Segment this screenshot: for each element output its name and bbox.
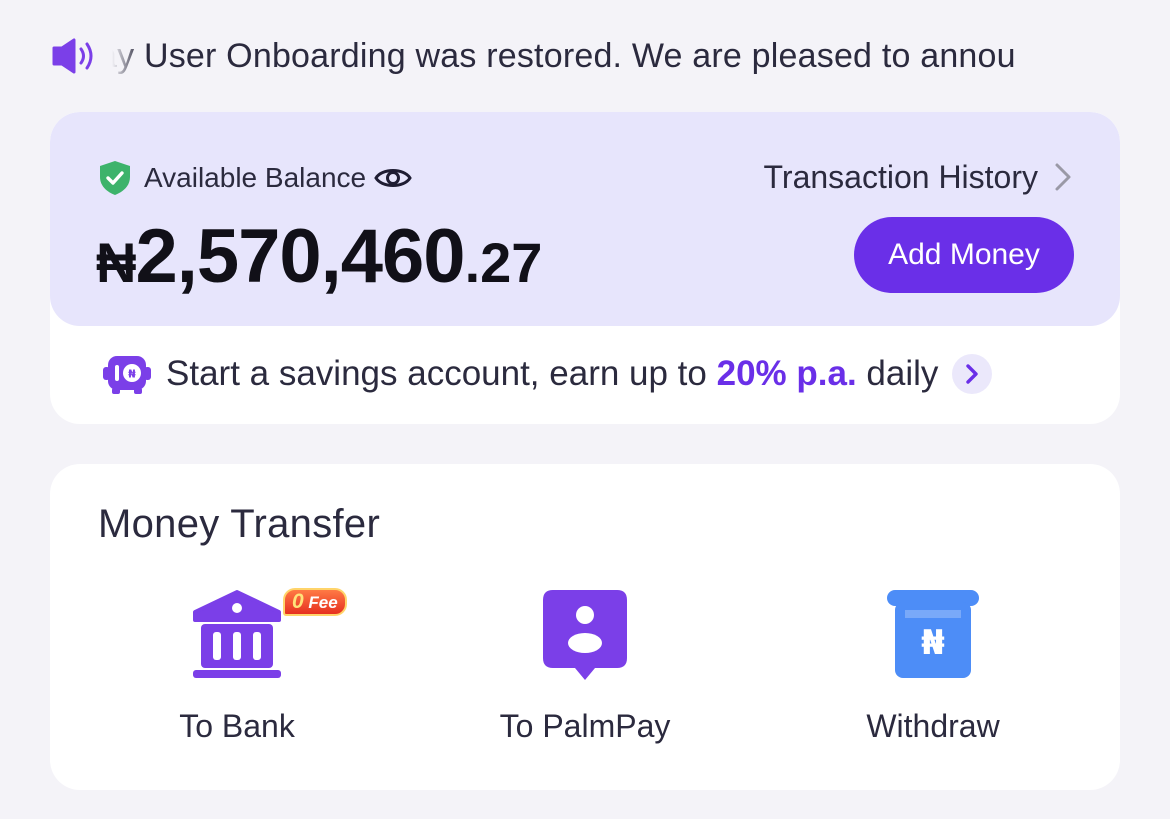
- savings-text-lead: Start a savings account, earn up to: [166, 354, 717, 393]
- available-balance-row: Available Balance: [98, 158, 412, 198]
- transaction-history-label: Transaction History: [763, 158, 1038, 195]
- to-bank-label: To Bank: [179, 708, 295, 744]
- marquee-fade-left: [112, 30, 140, 82]
- savings-text: Start a savings account, earn up to 20% …: [166, 354, 938, 394]
- zero-fee-badge: 0 Fee: [283, 588, 347, 616]
- currency-symbol: ₦: [96, 231, 136, 294]
- savings-chevron-button[interactable]: [952, 354, 993, 394]
- marquee-fade-right: [1110, 30, 1120, 82]
- announcement-bar[interactable]: ay User Onboarding was restored. We are …: [52, 30, 1120, 82]
- atm-withdraw-icon: ₦: [887, 590, 979, 678]
- add-money-button[interactable]: Add Money: [854, 217, 1074, 293]
- savings-promo[interactable]: ₦ Start a savings account, earn up to 20…: [102, 348, 1070, 400]
- balance-amount-major: 2,570,460: [135, 214, 465, 299]
- svg-text:₦: ₦: [921, 623, 945, 663]
- to-bank-action[interactable]: 0 Fee To Bank: [107, 588, 367, 758]
- savings-text-tail: daily: [856, 354, 939, 393]
- to-palmpay-label: To PalmPay: [499, 708, 671, 744]
- savings-piggy-icon: ₦: [103, 356, 151, 394]
- chevron-right-icon: [966, 364, 979, 384]
- svg-text:₦: ₦: [128, 368, 136, 381]
- money-transfer-card: Money Transfer 0 Fee To Bank To PalmPay: [50, 464, 1120, 790]
- eye-icon[interactable]: [374, 163, 412, 193]
- money-transfer-title: Money Transfer: [98, 502, 381, 546]
- to-palmpay-action[interactable]: To PalmPay: [455, 588, 715, 758]
- badge-fee: Fee: [308, 593, 338, 612]
- chevron-right-icon: [1055, 163, 1071, 191]
- user-location-icon: [543, 590, 627, 680]
- balance-amount: ₦2,570,460.27: [96, 212, 542, 302]
- shield-check-icon: [100, 161, 130, 195]
- badge-zero: 0: [292, 590, 304, 613]
- balance-amount-minor: .27: [464, 231, 543, 294]
- transaction-history-link[interactable]: Transaction History: [764, 156, 1074, 198]
- withdraw-action[interactable]: ₦ Withdraw: [803, 588, 1063, 758]
- available-balance-label: Available Balance: [144, 162, 367, 193]
- speaker-icon: [52, 36, 98, 76]
- savings-rate: 20% p.a.: [716, 354, 857, 393]
- withdraw-label: Withdraw: [866, 708, 1000, 744]
- announcement-text: ay User Onboarding was restored. We are …: [112, 37, 1016, 75]
- balance-card: Available Balance Transaction History ₦2…: [50, 112, 1120, 424]
- bank-icon: [193, 590, 281, 678]
- announcement-marquee: ay User Onboarding was restored. We are …: [112, 30, 1120, 82]
- balance-panel: Available Balance Transaction History ₦2…: [50, 112, 1120, 326]
